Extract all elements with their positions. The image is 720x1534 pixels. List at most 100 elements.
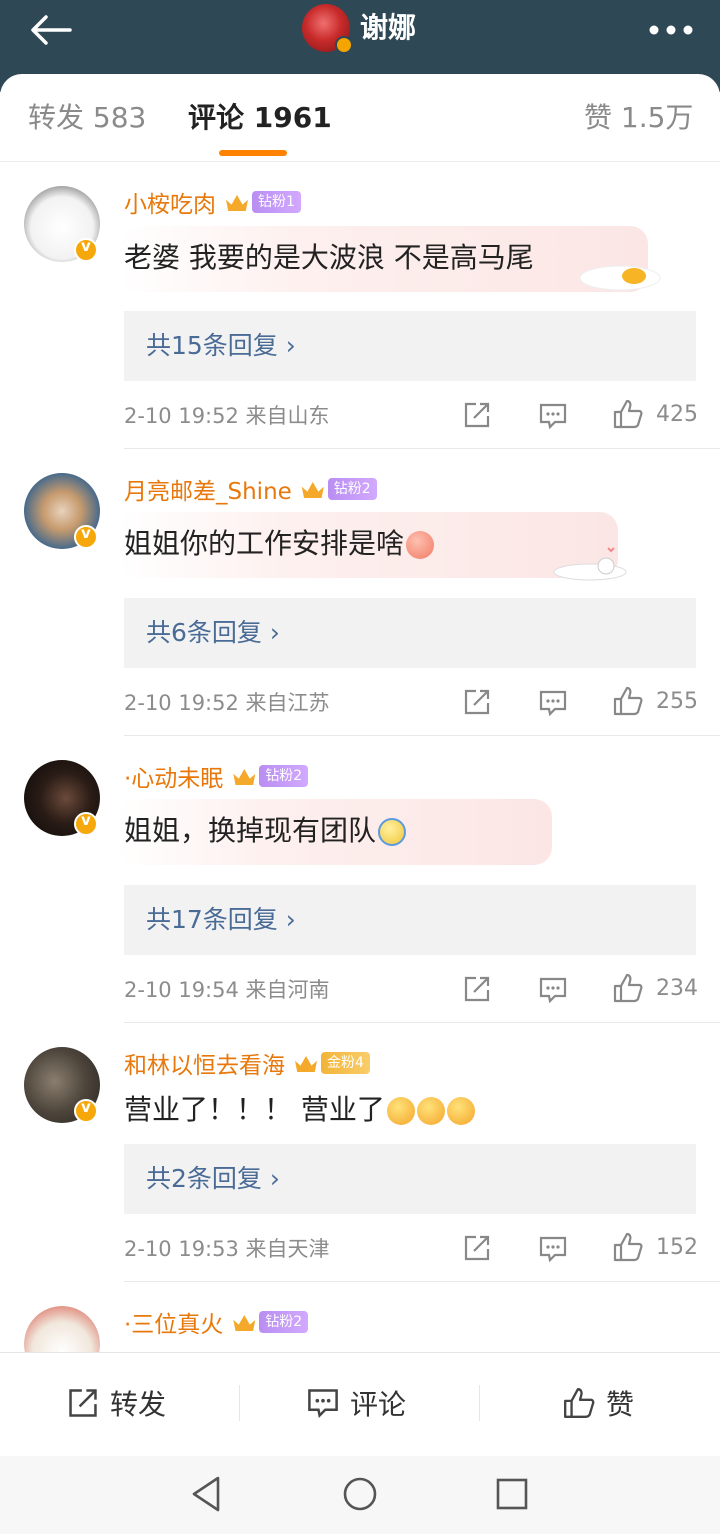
fan-badge[interactable]: 钻粉2 — [327, 478, 377, 500]
comment-label: 评论 — [350, 1388, 407, 1421]
emoji-icon — [378, 818, 407, 846]
replies-box[interactable]: 共6条回复 › — [124, 598, 696, 668]
comment-text: 姐姐，换掉现有团队 — [124, 811, 407, 851]
like-button[interactable]: 赞 — [562, 1383, 634, 1423]
replies-box[interactable]: 共17条回复 › — [124, 885, 696, 955]
repost-icon[interactable] — [462, 687, 492, 717]
more-dots-icon[interactable] — [646, 12, 696, 48]
fan-badge[interactable]: 钻粉1 — [252, 191, 301, 213]
replies-box[interactable]: 共15条回复 › — [124, 311, 696, 381]
nav-back-icon[interactable] — [188, 1474, 224, 1514]
cat-sticker-icon — [553, 547, 627, 581]
fan-badge[interactable]: 金粉4 — [321, 1052, 370, 1074]
crown-icon — [224, 189, 250, 215]
avatar[interactable] — [24, 473, 100, 549]
emoji-icon — [416, 1097, 445, 1125]
comment-time: 2-10 19:52 — [124, 404, 239, 428]
fan-badge[interactable]: 钻粉2 — [259, 765, 309, 787]
comment-location: 来自江苏 — [245, 691, 330, 715]
nav-recents-icon[interactable] — [494, 1474, 530, 1514]
bottom-action-bar: 转发 评论 赞 — [0, 1352, 720, 1456]
repost-icon[interactable] — [462, 1233, 492, 1263]
fried-egg-icon — [579, 265, 661, 291]
divider — [124, 735, 720, 736]
divider — [239, 1385, 240, 1421]
username[interactable]: 月亮邮差_Shine — [124, 472, 292, 506]
back-arrow-icon[interactable] — [26, 10, 76, 50]
comment-meta: 2-10 19:53 来自天津 — [124, 1233, 330, 1265]
fan-badge[interactable]: 钻粉2 — [259, 1311, 309, 1333]
comment-location: 来自天津 — [245, 1237, 330, 1261]
like-count: 234 — [656, 976, 698, 1001]
comment-meta: 2-10 19:52 来自山东 — [124, 400, 330, 432]
like-count: 425 — [656, 402, 698, 427]
comment-text: 姐姐你的工作安排是啥 — [124, 524, 435, 564]
chevron-right-icon: › — [285, 331, 296, 360]
comment-icon — [308, 1389, 338, 1418]
username[interactable]: 小桉吃肉 — [124, 185, 216, 219]
like-count: 255 — [656, 689, 698, 714]
nav-home-icon[interactable] — [341, 1474, 379, 1514]
active-tab-indicator — [219, 150, 287, 156]
profile-avatar[interactable] — [302, 4, 353, 54]
tab-comments[interactable]: 评论 1961 — [188, 100, 332, 136]
divider — [124, 1281, 720, 1282]
verified-icon — [74, 524, 98, 549]
repost-button[interactable]: 转发 — [66, 1383, 166, 1423]
view-replies-link[interactable]: 共2条回复 › — [146, 1160, 280, 1198]
divider — [124, 448, 720, 449]
comment-meta: 2-10 19:54 来自河南 — [124, 974, 330, 1006]
page-title: 谢娜 — [360, 11, 417, 44]
tab-bar: 转发 583 评论 1961 赞 1.5万 — [0, 74, 720, 162]
verified-icon — [74, 237, 98, 262]
divider — [479, 1385, 480, 1421]
repost-label: 转发 — [110, 1388, 167, 1421]
emoji-icon — [386, 1097, 415, 1125]
comment-time: 2-10 19:52 — [124, 691, 239, 715]
like-icon[interactable] — [612, 398, 644, 430]
crown-icon — [300, 476, 326, 502]
replies-box[interactable]: 共2条回复 › — [124, 1144, 696, 1214]
emoji-icon — [406, 531, 435, 559]
view-replies-link[interactable]: 共15条回复 › — [146, 327, 296, 365]
comment-icon[interactable] — [538, 689, 568, 717]
comment-location: 来自山东 — [245, 404, 330, 428]
like-icon[interactable] — [612, 685, 644, 717]
like-icon[interactable] — [612, 1231, 644, 1263]
comment-time: 2-10 19:54 — [124, 978, 239, 1002]
like-icon — [564, 1388, 595, 1418]
verified-icon — [74, 811, 98, 836]
repost-icon[interactable] — [462, 400, 492, 430]
crown-icon — [231, 1309, 257, 1335]
verified-icon — [74, 1098, 98, 1123]
username[interactable]: 和林以恒去看海 — [124, 1046, 285, 1080]
repost-icon — [69, 1389, 97, 1417]
tab-likes[interactable]: 赞 1.5万 — [584, 100, 693, 136]
crown-icon — [231, 763, 257, 789]
system-navigation-bar — [0, 1456, 720, 1534]
avatar[interactable] — [24, 760, 100, 836]
comment-icon[interactable] — [538, 402, 568, 430]
comment-button[interactable]: 评论 — [306, 1383, 406, 1423]
comment-meta: 2-10 19:52 来自江苏 — [124, 687, 330, 719]
chevron-right-icon: › — [269, 618, 280, 647]
comment-text: 老婆 我要的是大波浪 不是高马尾 — [124, 241, 534, 274]
username[interactable]: ·心动未眠 — [124, 759, 223, 793]
comment-icon[interactable] — [538, 976, 568, 1004]
verified-icon — [335, 36, 353, 54]
avatar[interactable] — [24, 1047, 100, 1123]
repost-icon[interactable] — [462, 974, 492, 1004]
tab-repost[interactable]: 转发 583 — [28, 100, 146, 136]
username[interactable]: ·三位真火 — [124, 1305, 223, 1339]
comment-location: 来自河南 — [245, 978, 330, 1002]
avatar[interactable] — [24, 186, 100, 262]
view-replies-link[interactable]: 共17条回复 › — [146, 901, 296, 939]
comment-icon[interactable] — [538, 1235, 568, 1263]
view-replies-link[interactable]: 共6条回复 › — [146, 614, 280, 652]
comment-time: 2-10 19:53 — [124, 1237, 239, 1261]
emoji-icon — [446, 1097, 475, 1125]
avatar[interactable] — [24, 1306, 100, 1352]
chevron-right-icon: › — [269, 1164, 280, 1193]
like-icon[interactable] — [612, 972, 644, 1004]
like-label: 赞 — [606, 1388, 635, 1421]
